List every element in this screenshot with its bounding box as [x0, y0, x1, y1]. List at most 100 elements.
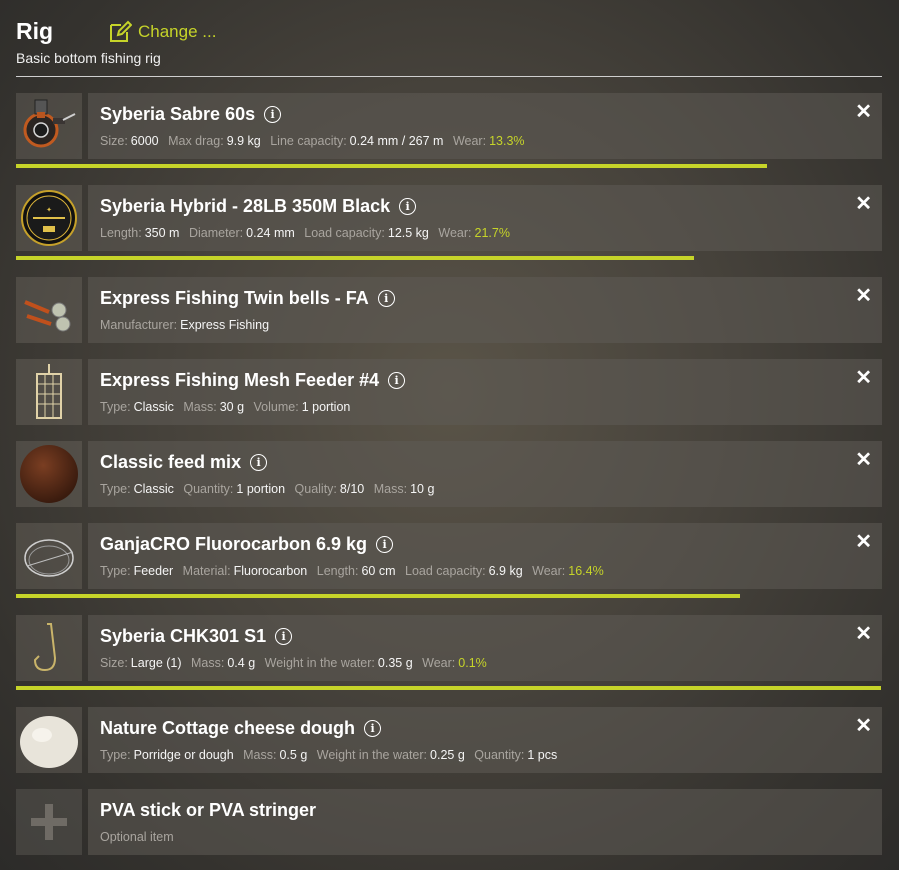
spec-value: 0.25 g: [430, 748, 465, 762]
spec-label: Diameter:: [188, 226, 244, 240]
spec-value: Fluorocarbon: [233, 564, 308, 578]
info-icon[interactable]: i: [377, 290, 395, 307]
item-title: GanjaCRO Fluorocarbon 6.9 kg: [100, 534, 368, 554]
remove-item-button[interactable]: ✕: [855, 450, 872, 470]
rig-item-hook[interactable]: Syberia CHK301 S1 i Size: Large (1) Mass:…: [16, 615, 882, 681]
spec-label: Mass:: [373, 482, 408, 496]
spec-label: Length:: [316, 564, 359, 578]
line-thumbnail: ✦: [16, 185, 82, 251]
item-title: Syberia Hybrid - 28LB 350M Black: [100, 196, 391, 216]
item-name: GanjaCRO Fluorocarbon 6.9 kg i: [100, 534, 394, 555]
item-specs: Manufacturer: Express Fishing: [100, 318, 275, 332]
remove-item-button[interactable]: ✕: [855, 368, 872, 388]
item-panel: GanjaCRO Fluorocarbon 6.9 kg i Type: Feed…: [88, 523, 882, 589]
info-icon[interactable]: i: [264, 106, 282, 123]
item-specs: Type: Porridge or dough Mass: 0.5 g Weight…: [100, 748, 563, 762]
remove-item-button[interactable]: ✕: [855, 532, 872, 552]
remove-item-button[interactable]: ✕: [855, 286, 872, 306]
wear-value: 16.4%: [568, 564, 604, 578]
spec-value: Classic: [133, 400, 174, 414]
item-title: Syberia CHK301 S1: [100, 626, 267, 646]
condition-bar: [16, 164, 767, 168]
spec-value: 6000: [130, 134, 159, 148]
spec-label: Size:: [100, 656, 128, 670]
rig-header: Rig Change ... Basic bottom fishing rig: [16, 18, 882, 77]
spec-label: Weight in the water:: [316, 748, 428, 762]
rig-item-bait[interactable]: Nature Cottage cheese dough i Type: Porri…: [16, 707, 882, 773]
edit-icon: [110, 20, 132, 42]
add-item-thumbnail[interactable]: [16, 789, 82, 855]
item-name: Express Fishing Mesh Feeder #4 i: [100, 370, 406, 391]
wear-value: 0.1%: [458, 656, 487, 670]
spec-label: Quantity:: [474, 748, 525, 762]
item-panel: Express Fishing Mesh Feeder #4 i Type: Cl…: [88, 359, 882, 425]
rig-item-feed-mix[interactable]: Classic feed mix i Type: Classic Quantity…: [16, 441, 882, 507]
spec-label: Manufacturer:: [100, 318, 178, 332]
item-title: Syberia Sabre 60s: [100, 104, 256, 124]
condition-bar: [16, 686, 881, 690]
item-title: PVA stick or PVA stringer: [100, 800, 317, 820]
spec-value: 0.24 mm / 267 m: [349, 134, 444, 148]
rig-item-leader[interactable]: GanjaCRO Fluorocarbon 6.9 kg i Type: Feed…: [16, 523, 882, 589]
rig-subtitle: Basic bottom fishing rig: [16, 50, 161, 66]
spec-label: Quality:: [294, 482, 337, 496]
feeder-icon: [36, 364, 62, 419]
spec-label: Size:: [100, 134, 128, 148]
spec-value: Feeder: [133, 564, 174, 578]
spec-value: 9.9 kg: [226, 134, 261, 148]
feeder-thumbnail: [16, 359, 82, 425]
item-name: Classic feed mix i: [100, 452, 268, 473]
wear-value: 21.7%: [474, 226, 510, 240]
optional-note: Optional item: [100, 830, 174, 844]
info-icon[interactable]: i: [376, 536, 394, 553]
spec-value: 0.5 g: [279, 748, 308, 762]
spec-label: Type:: [100, 564, 131, 578]
reel-icon: [23, 99, 76, 148]
spec-label: Max drag:: [168, 134, 224, 148]
item-specs: Type: Classic Mass: 30 g Volume: 1 portion: [100, 400, 356, 414]
rig-slot-pva[interactable]: PVA stick or PVA stringer Optional item: [16, 789, 882, 855]
item-name: Syberia Sabre 60s i: [100, 104, 282, 125]
rig-item-reel[interactable]: Syberia Sabre 60s i Size: 6000 Max drag: 9…: [16, 93, 882, 159]
remove-item-button[interactable]: ✕: [855, 624, 872, 644]
item-panel: Syberia Sabre 60s i Size: 6000 Max drag: 9…: [88, 93, 882, 159]
item-panel: Syberia Hybrid - 28LB 350M Black i Lengt…: [88, 185, 882, 251]
spec-value: 10 g: [410, 482, 435, 496]
spec-label: Volume:: [253, 400, 299, 414]
remove-item-button[interactable]: ✕: [855, 716, 872, 736]
line-spool-icon: ✦: [21, 190, 77, 246]
rig-item-bells[interactable]: Express Fishing Twin bells - FA i Manufa…: [16, 277, 882, 343]
spec-value: Classic: [133, 482, 174, 496]
spec-label: Wear:: [438, 226, 472, 240]
item-specs: Type: Feeder Material: Fluorocarbon Length…: [100, 564, 610, 578]
info-icon[interactable]: i: [250, 454, 268, 471]
rig-item-line[interactable]: ✦ Syberia Hybrid - 28LB 350M Black i Len…: [16, 185, 882, 251]
spec-label: Quantity:: [183, 482, 234, 496]
info-icon[interactable]: i: [399, 198, 417, 215]
item-specs: Length: 350 m Diameter: 0.24 mm Load capac…: [100, 226, 516, 240]
item-panel: Classic feed mix i Type: Classic Quantity…: [88, 441, 882, 507]
spec-label: Load capacity:: [304, 226, 385, 240]
spec-value: 30 g: [219, 400, 245, 414]
spec-value: Large (1): [130, 656, 182, 670]
bells-thumbnail: [16, 277, 82, 343]
spec-value: 6.9 kg: [488, 564, 523, 578]
spec-value: 1 portion: [236, 482, 286, 496]
remove-item-button[interactable]: ✕: [855, 194, 872, 214]
remove-item-button[interactable]: ✕: [855, 102, 872, 122]
spec-value: 0.35 g: [377, 656, 413, 670]
info-icon[interactable]: i: [364, 720, 382, 737]
page-title: Rig: [16, 18, 54, 44]
rig-item-feeder[interactable]: Express Fishing Mesh Feeder #4 i Type: Cl…: [16, 359, 882, 425]
spec-value: 0.24 mm: [246, 226, 295, 240]
change-rig-button[interactable]: Change ...: [108, 20, 216, 44]
item-name: PVA stick or PVA stringer: [100, 800, 316, 821]
item-title: Nature Cottage cheese dough: [100, 718, 356, 738]
spec-value: Express Fishing: [180, 318, 270, 332]
spec-value: 350 m: [144, 226, 180, 240]
info-icon[interactable]: i: [275, 628, 293, 645]
item-panel: Syberia CHK301 S1 i Size: Large (1) Mass:…: [88, 615, 882, 681]
item-name: Syberia Hybrid - 28LB 350M Black i: [100, 196, 417, 217]
info-icon[interactable]: i: [388, 372, 406, 389]
spec-label: Type:: [100, 400, 131, 414]
